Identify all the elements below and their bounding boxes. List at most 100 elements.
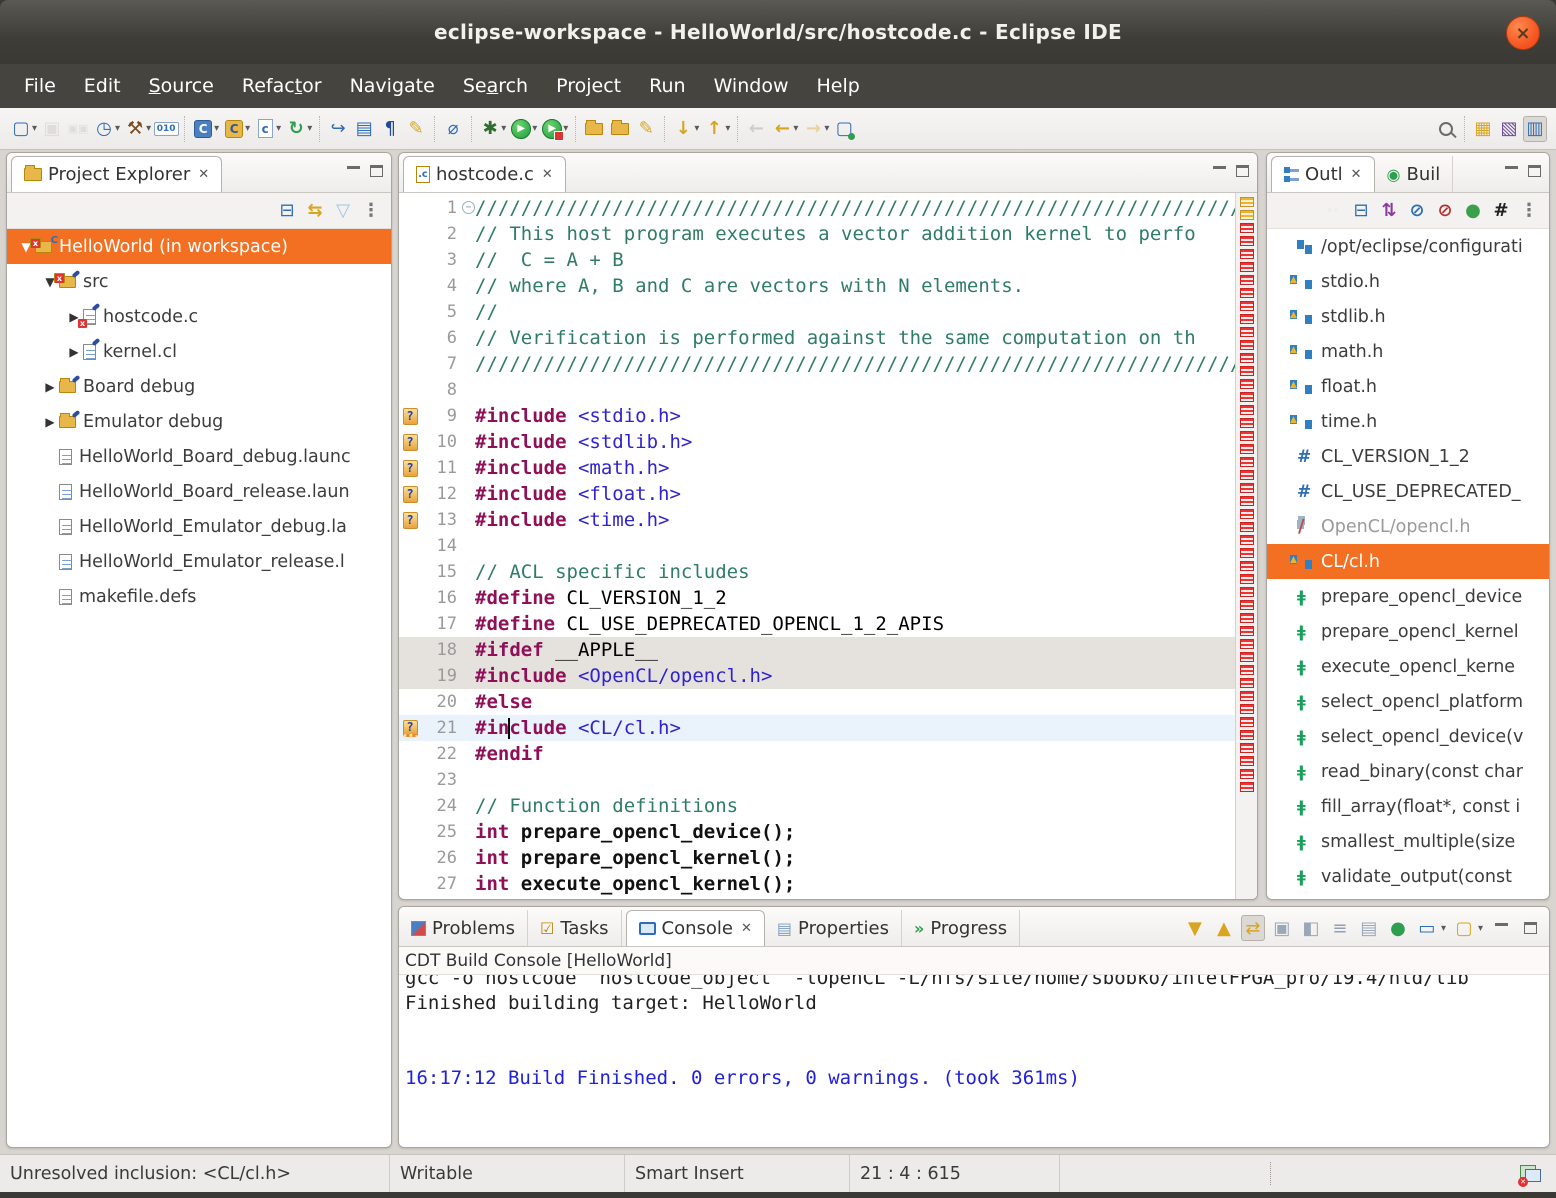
new-wizard-icon[interactable]: ▢ — [9, 116, 33, 142]
open-run-icon[interactable] — [608, 116, 632, 142]
error-marker[interactable] — [1240, 600, 1254, 610]
error-marker[interactable] — [1240, 756, 1254, 766]
error-marker[interactable] — [1240, 704, 1254, 714]
outline-item-select-opencl-platform[interactable]: ǂselect_opencl_platform — [1267, 684, 1549, 719]
menu-project[interactable]: Project — [542, 69, 635, 103]
tree-item-hostcode.c[interactable]: ▶hostcode.c — [7, 299, 391, 334]
error-marker[interactable] — [1240, 522, 1254, 532]
fold-collapse-icon[interactable]: − — [462, 201, 475, 214]
maximize-icon[interactable] — [370, 165, 383, 177]
code-line-11[interactable]: ?11#include <math.h> — [399, 455, 1235, 481]
code-line-24[interactable]: 24// Function definitions — [399, 793, 1235, 819]
close-icon[interactable]: ✕ — [542, 167, 553, 182]
error-marker[interactable] — [1240, 496, 1254, 506]
tab-outl[interactable]: Outl✕ — [1271, 156, 1375, 192]
outline-item-math-h[interactable]: math.h — [1267, 334, 1549, 369]
error-marker[interactable] — [1240, 457, 1254, 467]
error-marker[interactable] — [1240, 730, 1254, 740]
error-marker[interactable] — [1240, 314, 1254, 324]
console-down-icon[interactable]: ▼ — [1183, 915, 1207, 941]
code-line-22[interactable]: 22#endif — [399, 741, 1235, 767]
error-marker[interactable] — [1240, 626, 1254, 636]
code-line-15[interactable]: 15// ACL specific includes — [399, 559, 1235, 585]
code-line-18[interactable]: 18#ifdef __APPLE__ — [399, 637, 1235, 663]
error-marker[interactable] — [1240, 327, 1254, 337]
perspective-c-icon[interactable]: ▥ — [1523, 116, 1547, 142]
dropdown-arrow-icon[interactable]: ▾ — [793, 123, 798, 134]
error-marker[interactable] — [1240, 639, 1254, 649]
maximize-icon[interactable] — [1236, 165, 1249, 177]
outline-item-cl-version-1-2[interactable]: #CL_VERSION_1_2 — [1267, 439, 1549, 474]
code-line-23[interactable]: 23 — [399, 767, 1235, 793]
outline-item-prepare-opencl-kernel[interactable]: ǂprepare_opencl_kernel — [1267, 614, 1549, 649]
tree-item-makefile.defs[interactable]: makefile.defs — [7, 579, 391, 614]
back-disabled-icon[interactable]: ← — [744, 116, 768, 142]
error-marker[interactable] — [1240, 535, 1254, 545]
console-open-icon[interactable]: ▢ — [1452, 915, 1476, 941]
error-marker[interactable] — [1240, 717, 1254, 727]
warning-marker[interactable] — [1240, 197, 1254, 207]
code-line-3[interactable]: 3// C = A + B — [399, 247, 1235, 273]
tab-tasks[interactable]: ☑Tasks — [528, 910, 622, 946]
code-line-21[interactable]: ?21#include <CL/cl.h> — [399, 715, 1235, 741]
error-marker[interactable] — [1240, 405, 1254, 415]
build-icon[interactable]: ⚒ — [123, 116, 147, 142]
console-pin-icon[interactable]: ● — [1386, 915, 1410, 941]
code-line-2[interactable]: 2// This host program executes a vector … — [399, 221, 1235, 247]
code-line-9[interactable]: ?9#include <stdio.h> — [399, 403, 1235, 429]
console-up-icon[interactable]: ▲ — [1212, 915, 1236, 941]
error-marker[interactable] — [1240, 470, 1254, 480]
perspective-open-icon[interactable]: ▦ — [1471, 116, 1495, 142]
tree-item-helloworld_emulator_debug.la[interactable]: HelloWorld_Emulator_debug.la — [7, 509, 391, 544]
filter-icon[interactable]: ▽ — [332, 198, 354, 224]
error-marker[interactable] — [1240, 691, 1254, 701]
tree-item-helloworld_board_debug.launc[interactable]: HelloWorld_Board_debug.launc — [7, 439, 391, 474]
hide-fields-icon[interactable]: ⊘ — [1406, 198, 1428, 224]
open-type-icon[interactable]: ▤ — [352, 116, 376, 142]
error-marker[interactable] — [1240, 223, 1254, 233]
outline-item-float-h[interactable]: float.h — [1267, 369, 1549, 404]
panel-min-icon[interactable] — [1489, 915, 1513, 941]
build-active-icon[interactable]: ↻ — [284, 116, 308, 142]
tab-buil[interactable]: ◉Buil — [1375, 156, 1454, 192]
error-marker[interactable] — [1240, 444, 1254, 454]
code-line-27[interactable]: 27int execute_opencl_kernel(); — [399, 871, 1235, 897]
collapse-all-icon[interactable]: ⊟ — [1350, 198, 1372, 224]
code-line-13[interactable]: ?13#include <time.h> — [399, 507, 1235, 533]
sync-windows-icon[interactable]: ✕ — [1520, 1165, 1542, 1183]
tab-project-explorer[interactable]: Project Explorer ✕ — [11, 156, 222, 192]
tree-item-src[interactable]: ▼src — [7, 264, 391, 299]
presentation-icon[interactable]: ◦◦ — [1322, 198, 1344, 224]
menu-refactor[interactable]: Refactor — [228, 69, 336, 103]
annotate-icon[interactable]: ✎ — [634, 116, 658, 142]
error-marker[interactable] — [1240, 418, 1254, 428]
run-icon[interactable]: ▶ — [509, 116, 533, 142]
new-c-file-icon[interactable]: c — [253, 116, 277, 142]
chevron-right-icon[interactable]: ▶ — [41, 380, 59, 394]
error-marker[interactable] — [1240, 392, 1254, 402]
minimize-icon[interactable] — [1213, 166, 1226, 176]
error-marker[interactable] — [1240, 665, 1254, 675]
outline-item-stdio-h[interactable]: stdio.h — [1267, 264, 1549, 299]
outline-item-prepare-opencl-device[interactable]: ǂprepare_opencl_device — [1267, 579, 1549, 614]
open-profile-icon[interactable] — [582, 116, 606, 142]
last-edit-icon[interactable]: ▢ — [832, 116, 856, 142]
error-marker[interactable] — [1240, 262, 1254, 272]
mark-occurrences-icon[interactable]: ✎ — [404, 116, 428, 142]
chevron-right-icon[interactable]: ▶ — [65, 345, 83, 359]
dropdown-arrow-icon[interactable]: ▾ — [1441, 923, 1446, 934]
link-editor-icon[interactable]: ⇆ — [304, 198, 326, 224]
window-close-button[interactable]: × — [1506, 16, 1540, 50]
menu-navigate[interactable]: Navigate — [336, 69, 449, 103]
dropdown-arrow-icon[interactable]: ▾ — [725, 123, 730, 134]
outline-item-smallest-multiple-size[interactable]: ǂsmallest_multiple(size — [1267, 824, 1549, 859]
forward-icon[interactable]: → — [801, 116, 825, 142]
sort-icon[interactable]: ⇅ — [1378, 198, 1400, 224]
toggle-search-icon[interactable]: ⌀ — [441, 116, 465, 142]
show-whitespace-icon[interactable]: ¶ — [378, 116, 402, 142]
view-menu-icon[interactable]: ⋮ — [1518, 198, 1540, 224]
tab-properties[interactable]: ▤Properties — [765, 910, 902, 946]
error-marker[interactable] — [1240, 236, 1254, 246]
error-marker[interactable] — [1240, 561, 1254, 571]
dropdown-arrow-icon[interactable]: ▾ — [824, 123, 829, 134]
